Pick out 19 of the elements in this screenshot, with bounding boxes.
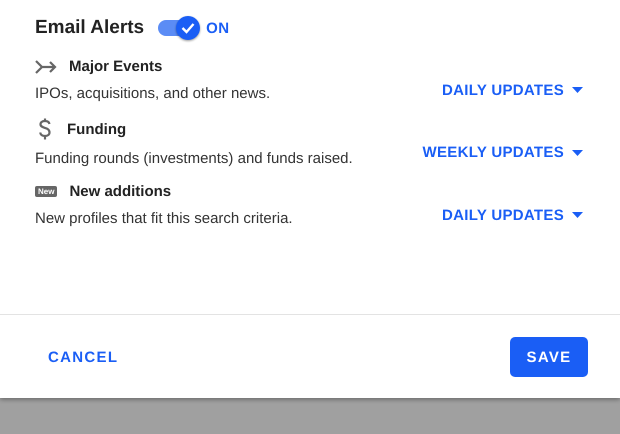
save-button[interactable]: SAVE [510,337,588,377]
cancel-button[interactable]: CANCEL [34,340,132,374]
toggle-label: ON [206,20,230,36]
checkmark-icon [181,22,196,34]
alert-title: Major Events [69,58,162,75]
section-title: Email Alerts [35,17,144,39]
alert-description: New profiles that fit this search criteria. [35,210,294,227]
new-badge: New [35,186,58,197]
frequency-dropdown[interactable]: WEEKLY UPDATES [422,144,583,161]
alert-description: IPOs, acquisitions, and other news. [35,85,272,102]
alert-description: Funding rounds (investments) and funds raised. [35,150,354,167]
alert-title: Funding [67,120,126,138]
merge-arrow-icon [35,60,57,74]
caret-icon [572,212,583,218]
caret-icon [572,150,583,156]
frequency-dropdown[interactable]: DAILY UPDATES [442,206,583,224]
caret-icon [572,87,583,93]
frequency-dropdown[interactable]: DAILY UPDATES [442,82,583,98]
alert-title: New additions [69,183,172,200]
